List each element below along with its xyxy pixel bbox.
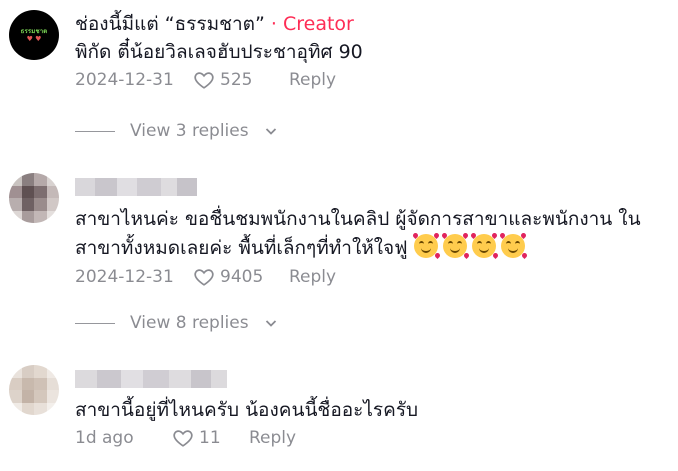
- reply-button[interactable]: Reply: [289, 267, 336, 287]
- view-replies-label: View 3 replies: [130, 121, 249, 141]
- like-count: 525: [220, 70, 253, 90]
- user-avatar[interactable]: [9, 365, 59, 415]
- smiling-face-with-hearts-icon: [411, 231, 530, 260]
- comment-text: สาขาไหนค่ะ ขอชื่นชมพนักงานในคลิป ผู้จัดก…: [75, 205, 665, 263]
- creator-avatar[interactable]: ธรรมชาต ♥ ♥: [9, 10, 59, 60]
- like-button[interactable]: 525: [193, 69, 289, 91]
- creator-badge: Creator: [282, 13, 354, 35]
- like-button[interactable]: 11: [172, 427, 249, 449]
- comment-text: พิกัด ตี๋น้อยวิลเลจฮับประชาอุทิศ 90: [75, 41, 363, 63]
- separator: ·: [264, 13, 283, 35]
- comment-text: สาขานี้อยู่ที่ไหนครับ น้องคนนี้ชื่ออะไรค…: [75, 399, 419, 421]
- avatar-logo-text: ธรรมชาต: [20, 27, 48, 35]
- like-count: 9405: [220, 267, 264, 287]
- view-replies-button[interactable]: View 3 replies: [75, 120, 278, 142]
- like-button[interactable]: 9405: [193, 266, 289, 288]
- divider-line: [75, 130, 115, 132]
- avatar-heart-icon: ♥ ♥: [26, 34, 42, 43]
- comment-date: 2024-12-31: [75, 267, 174, 287]
- comment-text-body: สาขาไหนค่ะ ขอชื่นชมพนักงานในคลิป ผู้จัดก…: [75, 208, 641, 259]
- chevron-down-icon: [265, 128, 276, 135]
- view-replies-button[interactable]: View 8 replies: [75, 312, 278, 334]
- author-name-blurred[interactable]: [75, 370, 668, 388]
- reply-button[interactable]: Reply: [249, 428, 296, 448]
- user-avatar[interactable]: [9, 173, 59, 223]
- comment-date: 1d ago: [75, 428, 134, 448]
- reply-button[interactable]: Reply: [289, 70, 336, 90]
- heart-icon: [173, 430, 193, 447]
- heart-icon: [194, 269, 214, 286]
- divider-line: [75, 322, 115, 324]
- author-name: ช่องนี้มีแต่ “ธรรมชาต”: [75, 13, 265, 35]
- comment-author[interactable]: ช่องนี้มีแต่ “ธรรมชาต” · Creator: [75, 12, 668, 36]
- view-replies-label: View 8 replies: [130, 313, 249, 333]
- heart-icon: [194, 72, 214, 89]
- like-count: 11: [199, 428, 221, 448]
- chevron-down-icon: [265, 320, 276, 327]
- author-name-blurred[interactable]: [75, 178, 668, 196]
- comment-date: 2024-12-31: [75, 70, 174, 90]
